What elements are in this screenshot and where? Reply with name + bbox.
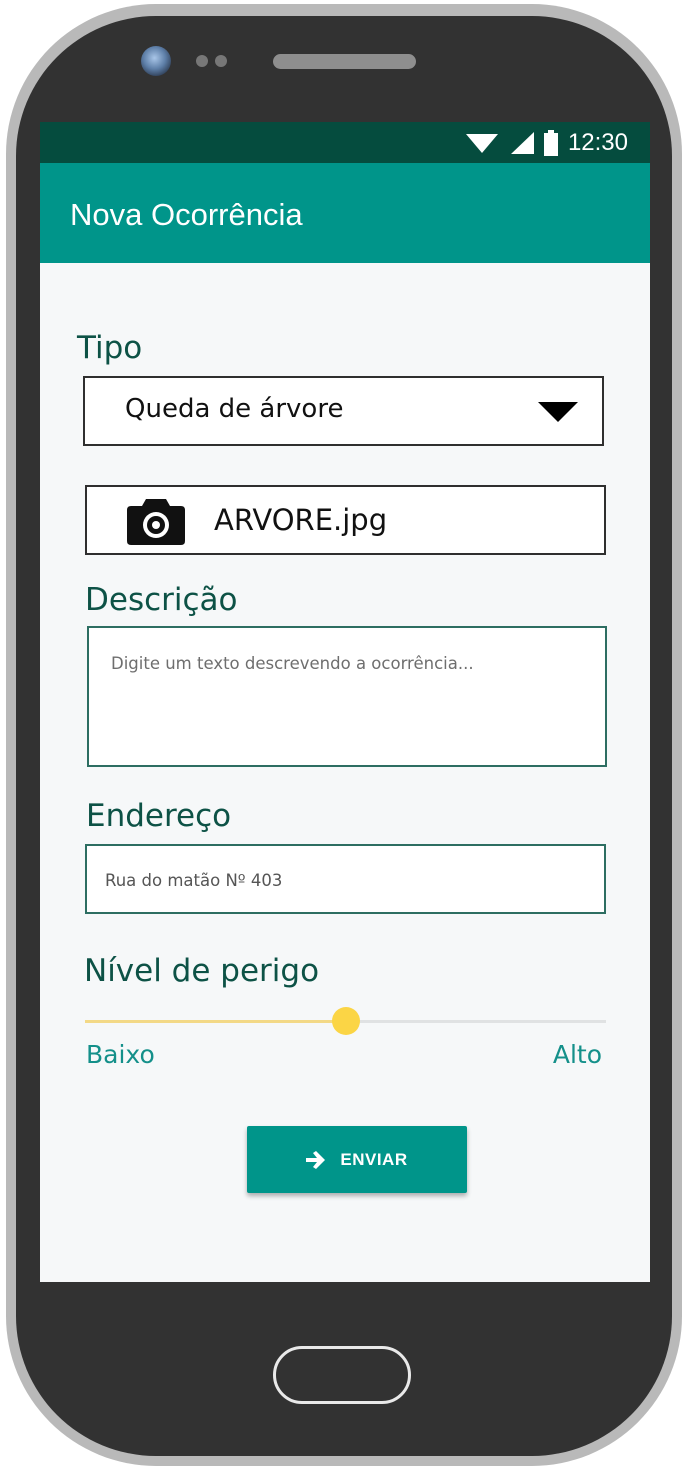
home-button[interactable] xyxy=(273,1346,411,1404)
nivel-perigo-label: Nível de perigo xyxy=(84,953,320,989)
dropdown-arrow-icon xyxy=(538,402,578,422)
sensor-dot xyxy=(196,55,208,67)
slider-thumb[interactable] xyxy=(331,1007,360,1035)
sensor-dot xyxy=(215,55,227,67)
earpiece-speaker xyxy=(273,54,416,69)
tipo-label: Tipo xyxy=(77,330,143,366)
camera-icon xyxy=(127,499,185,545)
tipo-selected-value: Queda de árvore xyxy=(125,394,344,424)
attached-file-name: ARVORE.jpg xyxy=(214,503,388,537)
tipo-select[interactable]: Queda de árvore xyxy=(83,376,604,446)
front-camera xyxy=(141,46,171,76)
endereco-value: Rua do matão Nº 403 xyxy=(105,871,283,890)
slider-max-label: Alto xyxy=(552,1040,602,1069)
status-time: 12:30 xyxy=(567,128,628,156)
battery-icon xyxy=(543,129,558,156)
page-title: Nova Ocorrência xyxy=(70,197,303,232)
endereco-input[interactable]: Rua do matão Nº 403 xyxy=(85,844,606,914)
descricao-label: Descrição xyxy=(85,582,238,618)
slider-fill xyxy=(85,1020,346,1023)
wifi-icon xyxy=(465,133,498,153)
descricao-textarea[interactable]: Digite um texto descrevendo a ocorrência… xyxy=(87,626,607,767)
slider-min-label: Baixo xyxy=(86,1040,155,1069)
descricao-placeholder: Digite um texto descrevendo a ocorrência… xyxy=(111,654,474,673)
enviar-button[interactable]: ENVIAR xyxy=(247,1126,467,1193)
signal-icon xyxy=(510,131,534,154)
app-screen: 12:30 Nova Ocorrência Tipo Queda de árvo… xyxy=(40,122,650,1282)
danger-level-slider[interactable] xyxy=(85,1007,606,1035)
enviar-button-label: ENVIAR xyxy=(340,1149,408,1169)
app-bar: Nova Ocorrência xyxy=(40,163,650,263)
endereco-label: Endereço xyxy=(86,798,232,834)
photo-attachment-field[interactable]: ARVORE.jpg xyxy=(85,485,606,555)
status-bar: 12:30 xyxy=(40,122,650,163)
arrow-right-icon xyxy=(306,1150,326,1169)
